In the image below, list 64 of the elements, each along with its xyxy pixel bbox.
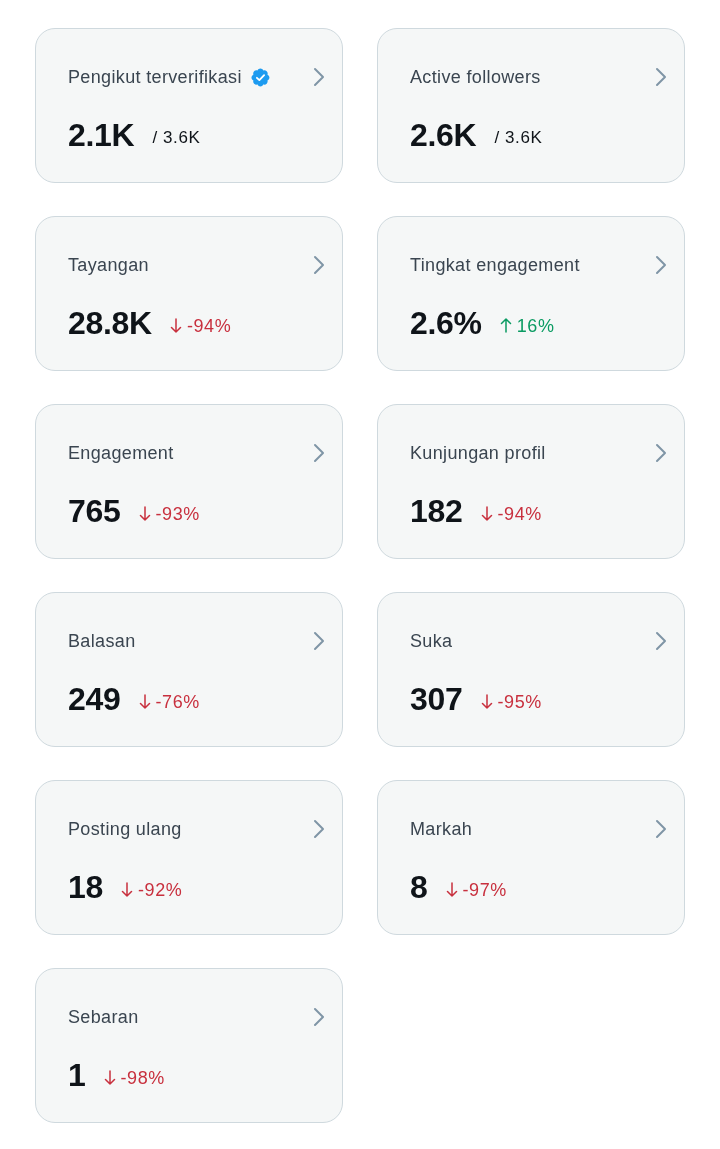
change-percent: -76% xyxy=(155,691,200,713)
change-percent: -94% xyxy=(497,503,542,525)
chevron-right-icon xyxy=(312,1006,326,1028)
metric-card[interactable]: Tingkat engagement 2.6% 16% xyxy=(377,216,685,371)
metric-label: Tingkat engagement xyxy=(410,254,580,276)
arrow-down-icon xyxy=(121,882,133,897)
metric-label: Posting ulang xyxy=(68,818,182,840)
metric-card[interactable]: Kunjungan profil 182 -94% xyxy=(377,404,685,559)
change-percent: -94% xyxy=(186,315,232,337)
arrow-down-icon xyxy=(445,882,458,897)
metric-card[interactable]: Balasan 249 -76% xyxy=(35,592,343,747)
metric-value: 8 xyxy=(410,868,428,906)
arrow-down-icon xyxy=(138,506,151,521)
change-percent: -97% xyxy=(462,879,507,901)
metric-label: Active followers xyxy=(410,66,541,88)
change-percent: -95% xyxy=(497,691,542,713)
metric-value: 2.6% xyxy=(410,304,482,342)
metric-value: 2.6K xyxy=(410,116,477,154)
arrow-down-icon xyxy=(138,694,151,709)
metric-label: Engagement xyxy=(68,442,174,464)
metric-label: Markah xyxy=(410,818,473,840)
chevron-right-icon xyxy=(312,66,326,88)
chevron-right-icon xyxy=(312,818,326,840)
metric-card[interactable]: Posting ulang 18 -92% xyxy=(35,780,343,935)
metric-label: Tayangan xyxy=(68,254,149,276)
metric-label: Sebaran xyxy=(68,1006,139,1028)
metric-value: 28.8K xyxy=(68,304,152,342)
arrow-up-icon xyxy=(499,318,512,333)
metric-value: 765 xyxy=(68,492,121,530)
metric-card[interactable]: Markah 8 -97% xyxy=(377,780,685,935)
metric-card[interactable]: Active followers 2.6K / 3.6K xyxy=(377,28,685,183)
follower-total: / 3.6K xyxy=(152,128,201,148)
change-percent: -98% xyxy=(120,1067,165,1089)
change-percent: 16% xyxy=(516,315,555,337)
chevron-right-icon xyxy=(312,254,326,276)
follower-total: / 3.6K xyxy=(494,128,543,148)
chevron-right-icon xyxy=(654,630,668,652)
metric-label: Pengikut terverifikasi xyxy=(68,66,242,88)
chevron-right-icon xyxy=(654,254,668,276)
chevron-right-icon xyxy=(654,66,668,88)
metric-label: Kunjungan profil xyxy=(410,442,546,464)
metric-value: 182 xyxy=(410,492,463,530)
metric-value: 2.1K xyxy=(68,116,135,154)
arrow-down-icon xyxy=(480,506,493,521)
metric-card[interactable]: Sebaran 1 -98% xyxy=(35,968,343,1123)
metric-label: Suka xyxy=(410,630,453,652)
metric-card[interactable]: Tayangan 28.8K -94% xyxy=(35,216,343,371)
metric-value: 307 xyxy=(410,680,463,718)
metric-value: 1 xyxy=(68,1056,86,1094)
change-percent: -92% xyxy=(138,879,183,901)
metric-label: Balasan xyxy=(68,630,136,652)
metric-card[interactable]: Pengikut terverifikasi 2.1K / 3.6K xyxy=(35,28,343,183)
metric-card[interactable]: Engagement 765 -93% xyxy=(35,404,343,559)
arrow-down-icon xyxy=(103,1070,116,1085)
arrow-down-icon xyxy=(169,318,182,333)
chevron-right-icon xyxy=(654,818,668,840)
arrow-down-icon xyxy=(480,694,493,709)
chevron-right-icon xyxy=(312,630,326,652)
metric-value: 18 xyxy=(68,868,103,906)
chevron-right-icon xyxy=(654,442,668,464)
change-percent: -93% xyxy=(155,503,200,525)
chevron-right-icon xyxy=(312,442,326,464)
metric-value: 249 xyxy=(68,680,121,718)
metric-card[interactable]: Suka 307 -95% xyxy=(377,592,685,747)
